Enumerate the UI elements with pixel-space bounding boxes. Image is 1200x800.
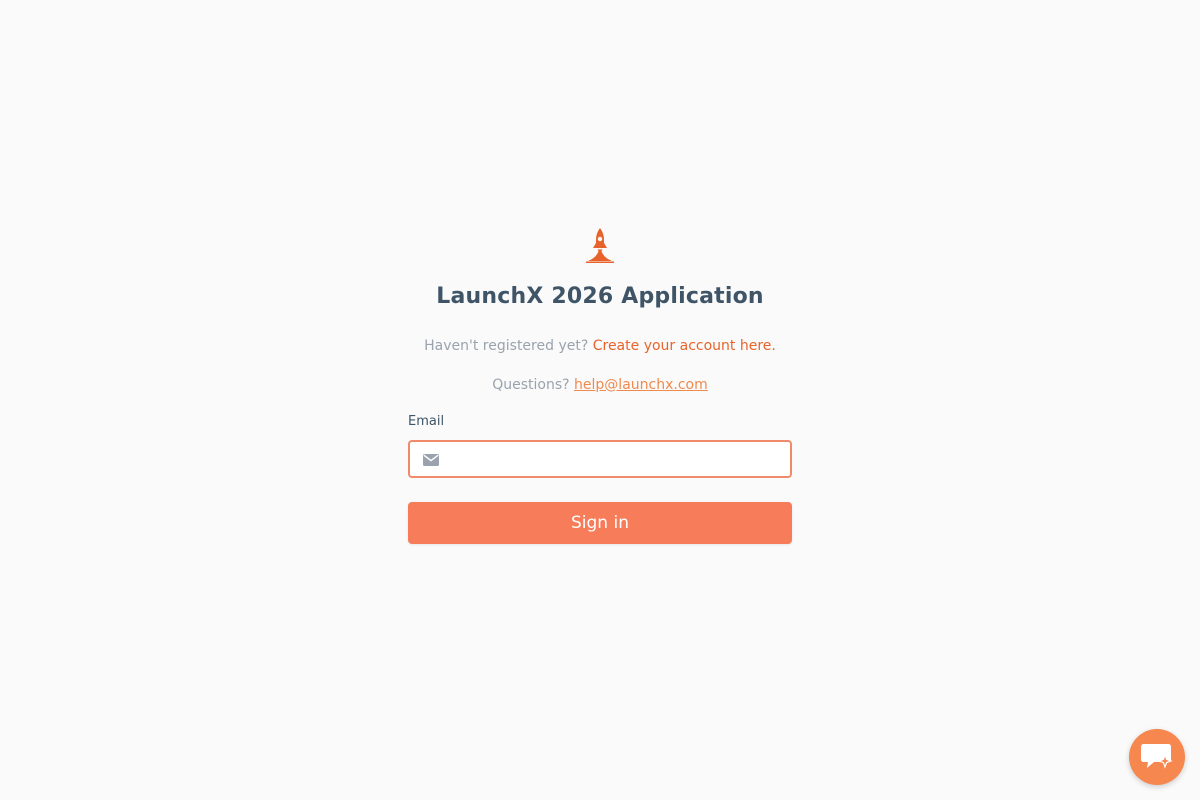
login-page: LaunchX 2026 Application Haven't registe… — [0, 0, 1200, 800]
questions-line: Questions? help@launchx.com — [492, 376, 707, 394]
login-card: LaunchX 2026 Application Haven't registe… — [408, 226, 792, 544]
create-account-link[interactable]: Create your account here. — [593, 338, 776, 354]
page-title: LaunchX 2026 Application — [436, 284, 764, 309]
chat-icon — [1141, 744, 1173, 769]
mail-icon — [423, 453, 439, 466]
register-line: Haven't registered yet? Create your acco… — [424, 337, 776, 355]
rocket-icon — [586, 228, 614, 263]
sign-in-button[interactable]: Sign in — [408, 501, 792, 544]
email-input[interactable] — [450, 441, 780, 476]
email-input-wrapper[interactable] — [408, 439, 792, 478]
contact-email-link[interactable]: help@launchx.com — [574, 377, 708, 393]
questions-prompt: Questions? — [492, 376, 570, 393]
chat-widget-button[interactable] — [1129, 729, 1185, 785]
email-field-group: Email — [408, 414, 792, 478]
register-prompt: Haven't registered yet? — [424, 338, 589, 355]
email-label: Email — [408, 413, 445, 429]
